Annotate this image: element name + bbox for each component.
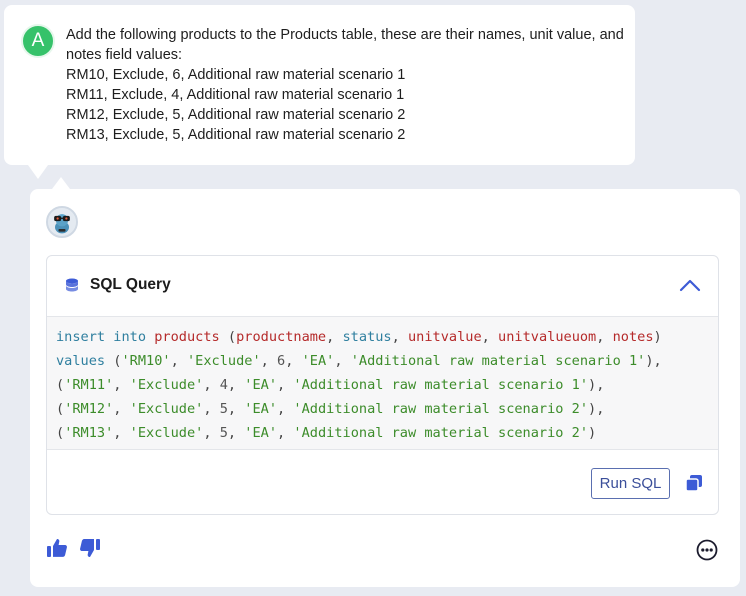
code-string: 'Additional raw material scenario 1' — [293, 377, 589, 393]
code-string: 'EA' — [244, 425, 278, 441]
code-string: 'Exclude' — [186, 353, 261, 369]
code-keyword: into — [113, 329, 147, 345]
code-column: productname — [236, 329, 327, 345]
database-icon — [66, 278, 78, 292]
code-string: 'RM10' — [121, 353, 171, 369]
user-message-bubble: A Add the following products to the Prod… — [4, 5, 635, 179]
code-line-5: ('RM13', 'Exclude', 5, 'EA', 'Additional… — [56, 425, 597, 441]
robot-mascot-icon — [48, 208, 76, 236]
code-string: 'EA' — [244, 377, 278, 393]
code-column: unitvalue — [407, 329, 482, 345]
code-string: 'Exclude' — [129, 401, 204, 417]
code-line-4: ('RM12', 'Exclude', 5, 'EA', 'Additional… — [56, 401, 605, 417]
code-number: 5 — [219, 425, 228, 441]
message-line: Add the following products to the Produc… — [66, 27, 624, 43]
code-table-name: products — [154, 329, 220, 345]
code-string: 'Exclude' — [129, 377, 204, 393]
message-line: RM13, Exclude, 5, Additional raw materia… — [66, 127, 406, 143]
code-string: 'EA' — [301, 353, 335, 369]
message-line: notes field values: — [66, 47, 183, 63]
code-number: 5 — [219, 401, 228, 417]
code-line-3: ('RM11', 'Exclude', 4, 'EA', 'Additional… — [56, 377, 605, 393]
assistant-avatar — [46, 206, 78, 238]
code-number: 4 — [219, 377, 228, 393]
thumbs-up-icon[interactable] — [46, 537, 68, 559]
code-line-1: insert into products (productname, statu… — [56, 329, 662, 345]
sql-code-block: insert into products (productname, statu… — [47, 316, 718, 450]
more-options-icon[interactable] — [696, 539, 718, 561]
message-line: RM11, Exclude, 4, Additional raw materia… — [66, 87, 405, 103]
message-line: RM10, Exclude, 6, Additional raw materia… — [66, 67, 406, 83]
code-string: 'Additional raw material scenario 2' — [293, 425, 589, 441]
code-string: 'EA' — [244, 401, 278, 417]
card-tail — [52, 177, 70, 189]
code-keyword: values — [56, 353, 106, 369]
code-string: 'RM11' — [64, 377, 114, 393]
code-string: 'Additional raw material scenario 2' — [293, 401, 589, 417]
code-column: notes — [612, 329, 654, 345]
code-column: status — [342, 329, 392, 345]
user-avatar: A — [21, 24, 55, 58]
code-string: 'RM12' — [64, 401, 114, 417]
code-line-2: values ('RM10', 'Exclude', 6, 'EA', 'Add… — [56, 353, 662, 369]
sql-panel-title: SQL Query — [90, 276, 171, 293]
sql-query-panel: SQL Query insert into products (productn… — [46, 255, 719, 515]
run-sql-button[interactable]: Run SQL — [591, 468, 670, 499]
message-line: RM12, Exclude, 5, Additional raw materia… — [66, 107, 406, 123]
user-message-text: Add the following products to the Produc… — [66, 25, 626, 145]
thumbs-down-icon[interactable] — [79, 537, 101, 559]
copy-icon[interactable] — [685, 474, 703, 492]
bubble-tail — [28, 165, 48, 179]
user-avatar-letter: A — [31, 30, 45, 51]
code-string: 'RM13' — [64, 425, 114, 441]
assistant-response-card: SQL Query insert into products (productn… — [30, 177, 740, 587]
code-keyword: insert — [56, 329, 106, 345]
code-string: 'Additional raw material scenario 1' — [350, 353, 646, 369]
code-number: 6 — [277, 353, 286, 369]
code-column: unitvalueuom — [498, 329, 597, 345]
chevron-up-icon[interactable] — [679, 278, 701, 292]
sql-panel-header[interactable]: SQL Query — [47, 256, 718, 316]
code-string: 'Exclude' — [129, 425, 204, 441]
